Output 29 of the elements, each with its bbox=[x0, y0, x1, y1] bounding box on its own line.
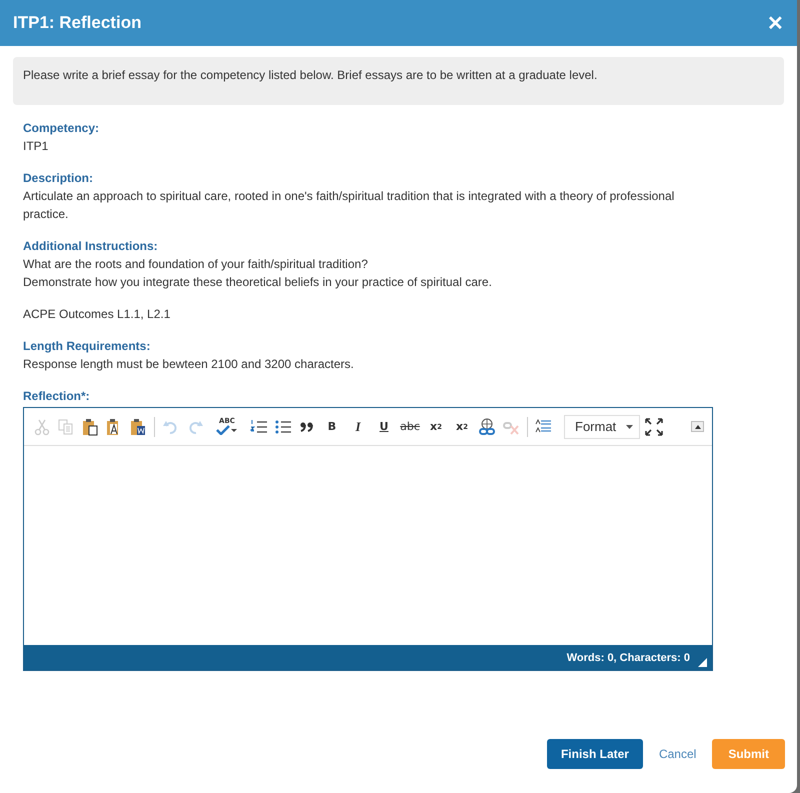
format-dropdown[interactable]: Format bbox=[564, 414, 640, 438]
strikethrough-button[interactable]: abc bbox=[399, 416, 421, 438]
section-text: Response length must be bewteen 2100 and 3200 characters. bbox=[23, 356, 355, 373]
collapse-toolbar-button[interactable] bbox=[691, 421, 704, 432]
finish-later-button[interactable]: Finish Later bbox=[546, 739, 643, 769]
maximize-icon[interactable] bbox=[644, 416, 664, 438]
underline-button[interactable]: U bbox=[373, 416, 395, 438]
instruction-text: Please write a brief essay for the competency listed below. Brief essays are to be written at a graduate level. bbox=[23, 68, 598, 82]
cancel-link[interactable]: Cancel bbox=[654, 739, 700, 769]
section-text: Demonstrate how you integrate these theoretical beliefs in your practice of spiritual care. bbox=[23, 274, 493, 291]
section-text: ITP1 bbox=[23, 138, 50, 155]
section-text: What are the roots and foundation of your faith/spiritual tradition? bbox=[23, 256, 369, 273]
section-text: ACPE Outcomes L1.1, L2.1 bbox=[23, 306, 172, 323]
superscript-button[interactable]: x$^{2}$ bbox=[451, 416, 473, 438]
link-icon[interactable] bbox=[477, 416, 497, 438]
triangle-up-icon bbox=[694, 424, 700, 428]
section-heading: Length Requirements: bbox=[23, 338, 152, 355]
section-heading: Additional Instructions: bbox=[23, 238, 159, 255]
section-heading: Competency: bbox=[23, 120, 100, 137]
section-text: Articulate an approach to spiritual care, rooted in one's faith/spiritual tradition that is integrated with a theory of professional practice. bbox=[23, 188, 676, 223]
section-heading: Description: bbox=[23, 170, 94, 187]
resize-handle-icon[interactable] bbox=[698, 658, 707, 667]
close-button[interactable]: ✕ bbox=[767, 10, 784, 36]
word-count: Words: 0, Characters: 0 bbox=[566, 652, 690, 664]
dialog-title: ITP1: Reflection bbox=[13, 13, 142, 33]
caret-icon bbox=[626, 424, 633, 428]
field-label: Reflection*: bbox=[23, 388, 91, 405]
bold-button[interactable]: B bbox=[321, 416, 343, 438]
italic-button[interactable]: I bbox=[347, 416, 369, 438]
